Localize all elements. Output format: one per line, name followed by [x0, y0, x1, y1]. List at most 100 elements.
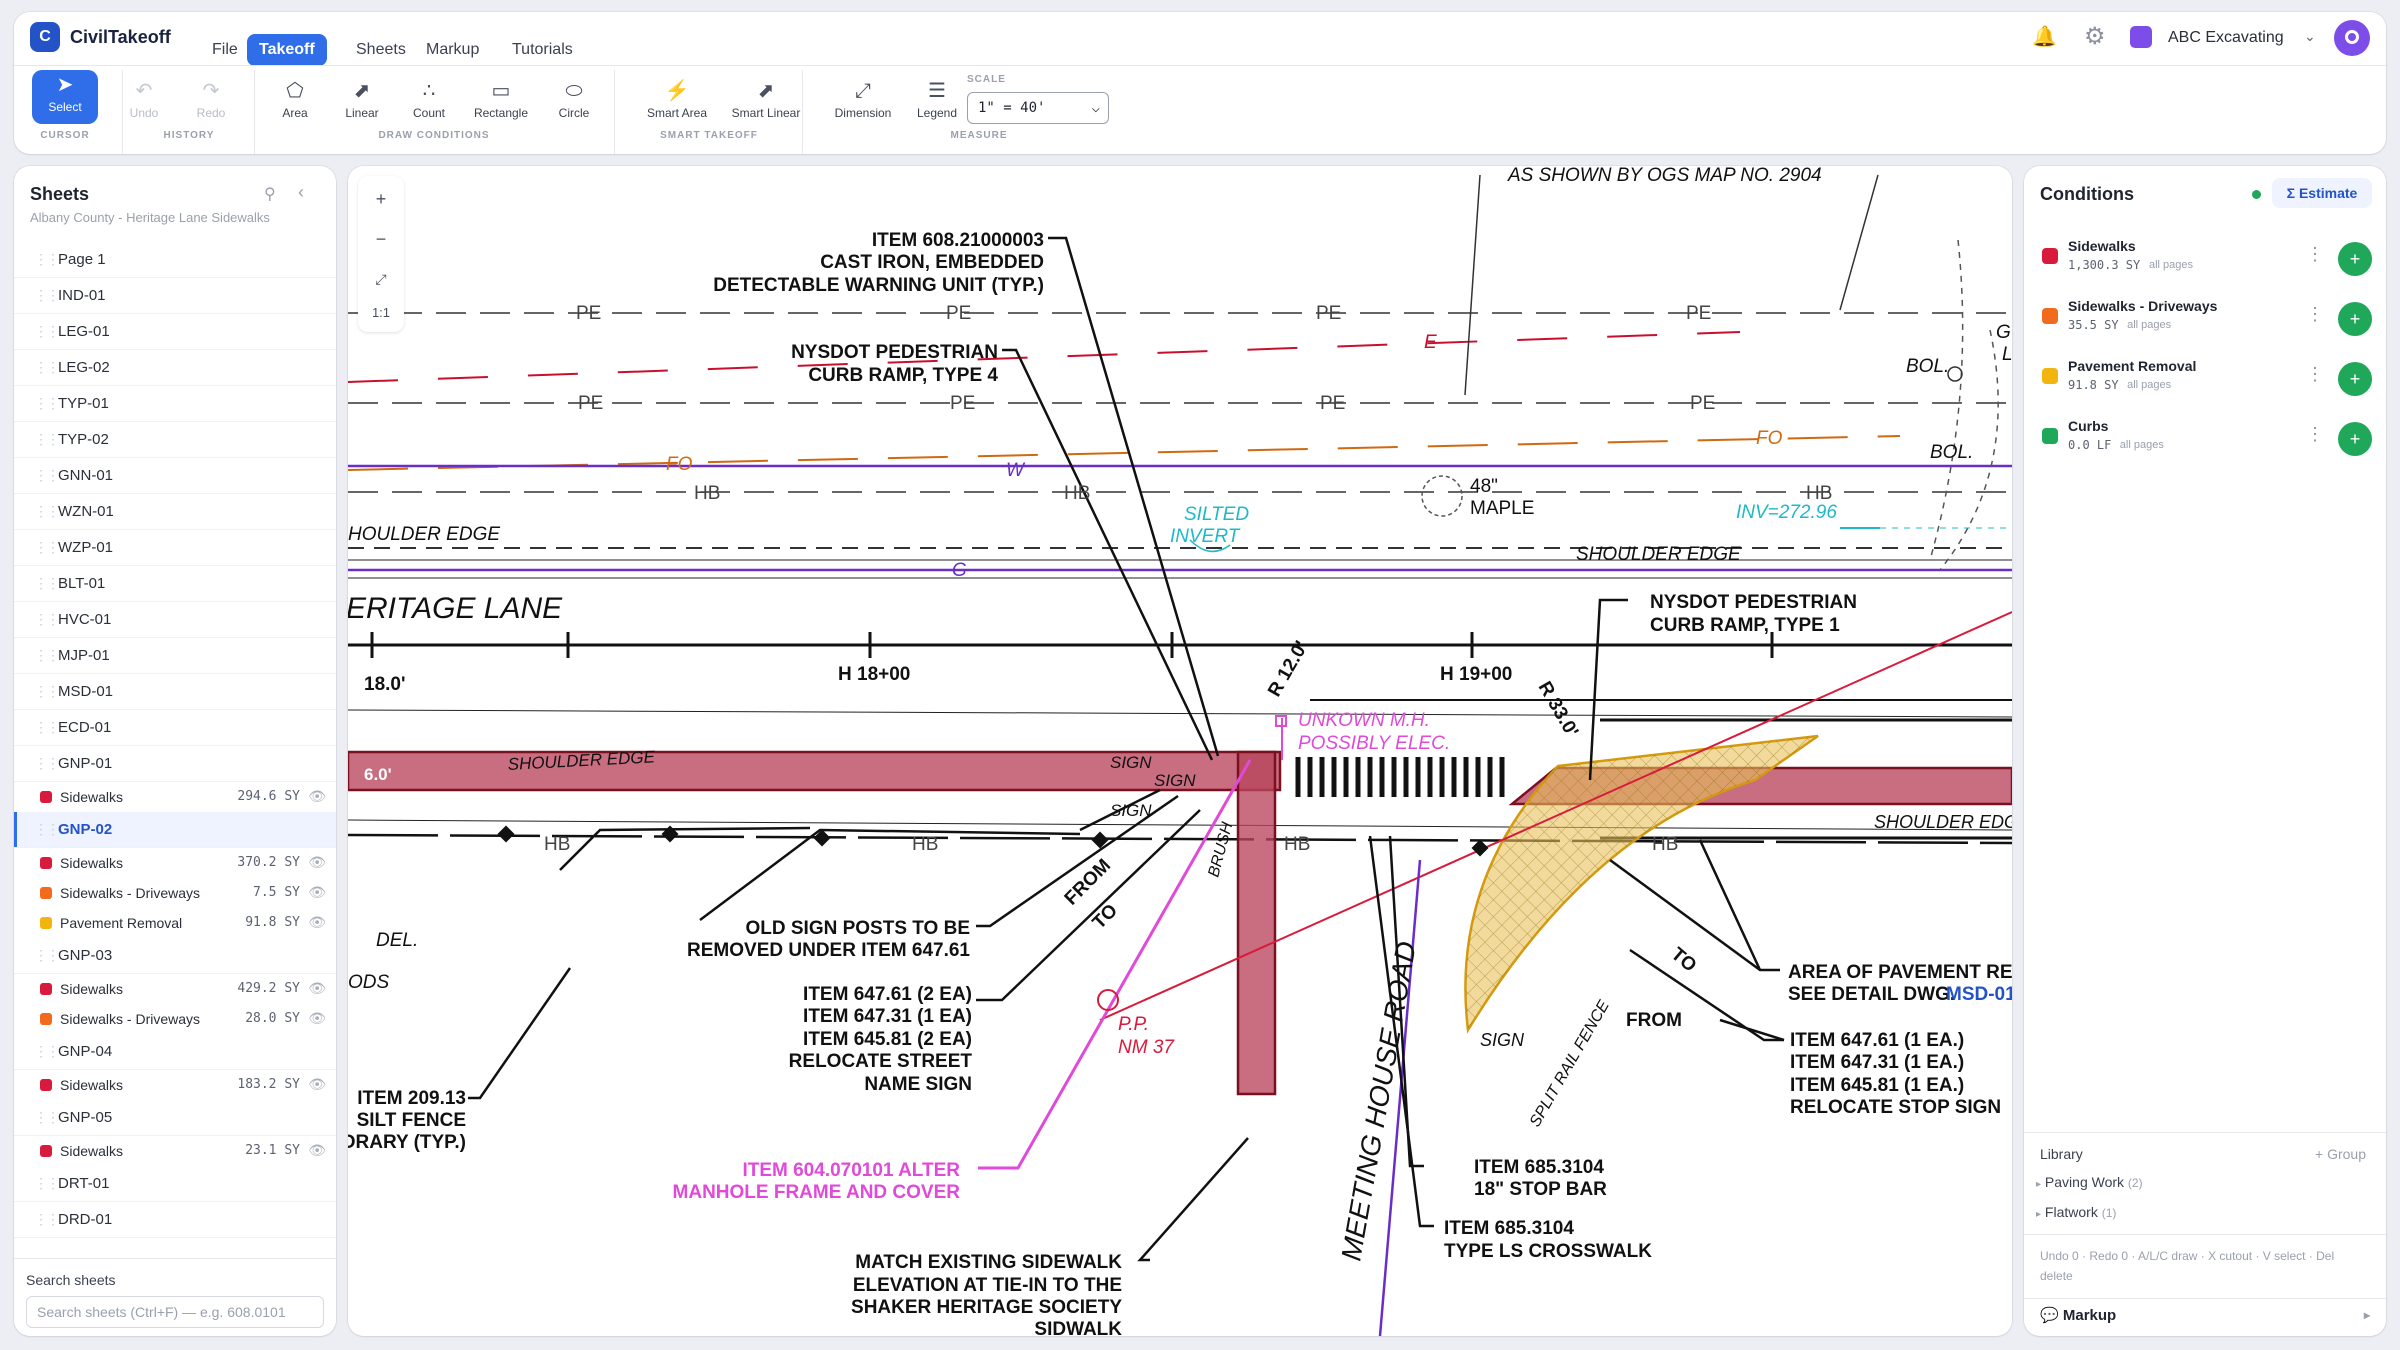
dimension-tool[interactable]: ⤢ Dimension	[823, 76, 903, 138]
sheet-item[interactable]: ⋮⋮ GNN-01	[14, 458, 336, 494]
sheet-item[interactable]: ⋮⋮ LEG-01	[14, 314, 336, 350]
sheet-item[interactable]: ⋮⋮ WZN-01	[14, 494, 336, 530]
sheet-item[interactable]: ⋮⋮ BLT-01	[14, 566, 336, 602]
condition-item[interactable]: Pavement Removal 91.8 SY all pages ⋮ +	[2024, 346, 2386, 406]
drag-handle-icon[interactable]: ⋮⋮	[34, 647, 60, 664]
eye-icon[interactable]: 👁	[308, 1142, 326, 1159]
sheet-condition-item[interactable]: Sidewalks 429.2 SY 👁	[14, 974, 336, 1004]
more-options-icon[interactable]: ⋮	[2306, 304, 2324, 325]
eye-icon[interactable]: 👁	[308, 788, 326, 805]
fit-view-button[interactable]: ⤢	[364, 262, 398, 296]
sheet-item[interactable]: ⋮⋮ LEG-02	[14, 350, 336, 386]
library-item-paving[interactable]: ▸ Paving Work (2)	[2036, 1174, 2143, 1190]
drag-handle-icon[interactable]: ⋮⋮	[34, 1043, 60, 1060]
sheet-condition-item[interactable]: Sidewalks 23.1 SY 👁	[14, 1136, 336, 1166]
more-options-icon[interactable]: ⋮	[2306, 424, 2324, 445]
circle-tool[interactable]: ⬭ Circle	[539, 76, 609, 138]
app-logo[interactable]: C	[30, 22, 60, 52]
sheet-item[interactable]: ⋮⋮ Page 1	[14, 242, 336, 278]
add-group-button[interactable]: + Group	[2315, 1146, 2366, 1162]
search-input[interactable]: Search sheets (Ctrl+F) — e.g. 608.0101	[26, 1296, 324, 1328]
sheet-item[interactable]: ⋮⋮ ECD-01	[14, 710, 336, 746]
drag-handle-icon[interactable]: ⋮⋮	[34, 287, 60, 304]
zoom-in-button[interactable]: +	[364, 182, 398, 216]
eye-icon[interactable]: 👁	[308, 1076, 326, 1093]
sheet-condition-item[interactable]: Sidewalks 370.2 SY 👁	[14, 848, 336, 878]
avatar[interactable]	[2334, 20, 2370, 56]
library-item-flatwork[interactable]: ▸ Flatwork (1)	[2036, 1204, 2116, 1220]
drag-handle-icon[interactable]: ⋮⋮	[34, 1109, 60, 1126]
markup-section[interactable]: 💬 Markup ▸	[2040, 1306, 2370, 1324]
eye-icon[interactable]: 👁	[308, 884, 326, 901]
smart-linear-tool[interactable]: ⬈ Smart Linear	[716, 76, 816, 138]
drag-handle-icon[interactable]: ⋮⋮	[34, 359, 60, 376]
sheet-item[interactable]: ⋮⋮ GNP-05	[14, 1100, 336, 1136]
pavement-note-link[interactable]: MSD-01	[1946, 984, 2012, 1005]
gear-icon[interactable]: ⚙	[2084, 22, 2106, 51]
sheet-condition-item[interactable]: Pavement Removal 91.8 SY 👁	[14, 908, 336, 938]
undo-button[interactable]: ↶ Undo	[109, 76, 179, 138]
smart-area-tool[interactable]: ⚡ Smart Area	[632, 76, 722, 138]
drag-handle-icon[interactable]: ⋮⋮	[34, 1175, 60, 1192]
collapse-icon[interactable]: ‹	[298, 182, 304, 203]
menu-tutorials[interactable]: Tutorials	[500, 34, 585, 66]
sheet-condition-item[interactable]: Sidewalks - Driveways 28.0 SY 👁	[14, 1004, 336, 1034]
select-tool[interactable]: ➤ Select	[32, 70, 98, 124]
drag-handle-icon[interactable]: ⋮⋮	[34, 467, 60, 484]
menu-takeoff[interactable]: Takeoff	[247, 34, 327, 66]
drag-handle-icon[interactable]: ⋮⋮	[34, 755, 60, 772]
drag-handle-icon[interactable]: ⋮⋮	[34, 575, 60, 592]
sheet-item[interactable]: ⋮⋮ HVC-01	[14, 602, 336, 638]
add-measurement-button[interactable]: +	[2338, 242, 2372, 276]
more-options-icon[interactable]: ⋮	[2306, 364, 2324, 385]
drag-handle-icon[interactable]: ⋮⋮	[34, 323, 60, 340]
sheet-item[interactable]: ⋮⋮ DRT-01	[14, 1166, 336, 1202]
sheet-condition-item[interactable]: Sidewalks - Driveways 7.5 SY 👁	[14, 878, 336, 908]
add-measurement-button[interactable]: +	[2338, 422, 2372, 456]
condition-item[interactable]: Sidewalks - Driveways 35.5 SY all pages ⋮ +	[2024, 286, 2386, 346]
condition-item[interactable]: Sidewalks 1,300.3 SY all pages ⋮ +	[2024, 226, 2386, 286]
rectangle-tool[interactable]: ▭ Rectangle	[466, 76, 536, 138]
company-name[interactable]: ABC Excavating	[2168, 29, 2284, 47]
sheet-item[interactable]: ⋮⋮ GNP-01	[14, 746, 336, 782]
menu-sheets[interactable]: Sheets	[344, 34, 418, 66]
sheet-condition-item[interactable]: Sidewalks 294.6 SY 👁	[14, 782, 336, 812]
sheet-item[interactable]: ⋮⋮ MJP-01	[14, 638, 336, 674]
drag-handle-icon[interactable]: ⋮⋮	[34, 539, 60, 556]
drag-handle-icon[interactable]: ⋮⋮	[34, 821, 60, 838]
sheet-item[interactable]: ⋮⋮ MSD-01	[14, 674, 336, 710]
drag-handle-icon[interactable]: ⋮⋮	[34, 683, 60, 700]
drag-handle-icon[interactable]: ⋮⋮	[34, 719, 60, 736]
condition-item[interactable]: Curbs 0.0 LF all pages ⋮ +	[2024, 406, 2386, 466]
sheet-item[interactable]: ⋮⋮ GNP-03	[14, 938, 336, 974]
count-tool[interactable]: ∴ Count	[394, 76, 464, 138]
drawing-canvas[interactable]: AS SHOWN BY OGS MAP NO. 2904 ITEM 608.21…	[348, 166, 2012, 1336]
drag-handle-icon[interactable]: ⋮⋮	[34, 947, 60, 964]
eye-icon[interactable]: 👁	[308, 914, 326, 931]
sheet-item[interactable]: ⋮⋮ TYP-02	[14, 422, 336, 458]
more-options-icon[interactable]: ⋮	[2306, 244, 2324, 265]
drag-handle-icon[interactable]: ⋮⋮	[34, 1211, 60, 1228]
drag-handle-icon[interactable]: ⋮⋮	[34, 395, 60, 412]
zoom-out-button[interactable]: −	[364, 222, 398, 256]
sheet-item[interactable]: ⋮⋮ GNP-02	[14, 812, 336, 848]
eye-icon[interactable]: 👁	[308, 980, 326, 997]
menu-file[interactable]: File	[200, 34, 250, 66]
drag-handle-icon[interactable]: ⋮⋮	[34, 431, 60, 448]
drag-handle-icon[interactable]: ⋮⋮	[34, 251, 60, 268]
sheet-condition-item[interactable]: Sidewalks 183.2 SY 👁	[14, 1070, 336, 1100]
eye-icon[interactable]: 👁	[308, 1010, 326, 1027]
scale-select[interactable]: 1" = 40' ⌵	[967, 92, 1109, 124]
add-measurement-button[interactable]: +	[2338, 302, 2372, 336]
linear-tool[interactable]: ⬈ Linear	[327, 76, 397, 138]
legend-tool[interactable]: ☰ Legend	[902, 76, 972, 138]
search-icon[interactable]: ⚲	[264, 184, 276, 204]
add-measurement-button[interactable]: +	[2338, 362, 2372, 396]
sheet-item[interactable]: ⋮⋮ DRD-01	[14, 1202, 336, 1238]
estimate-button[interactable]: Σ Estimate	[2272, 178, 2372, 208]
actual-size-button[interactable]: 1:1	[364, 296, 398, 330]
sheet-item[interactable]: ⋮⋮ IND-01	[14, 278, 336, 314]
redo-button[interactable]: ↷ Redo	[176, 76, 246, 138]
plan-drawing[interactable]: AS SHOWN BY OGS MAP NO. 2904 ITEM 608.21…	[348, 166, 2012, 1336]
drag-handle-icon[interactable]: ⋮⋮	[34, 611, 60, 628]
